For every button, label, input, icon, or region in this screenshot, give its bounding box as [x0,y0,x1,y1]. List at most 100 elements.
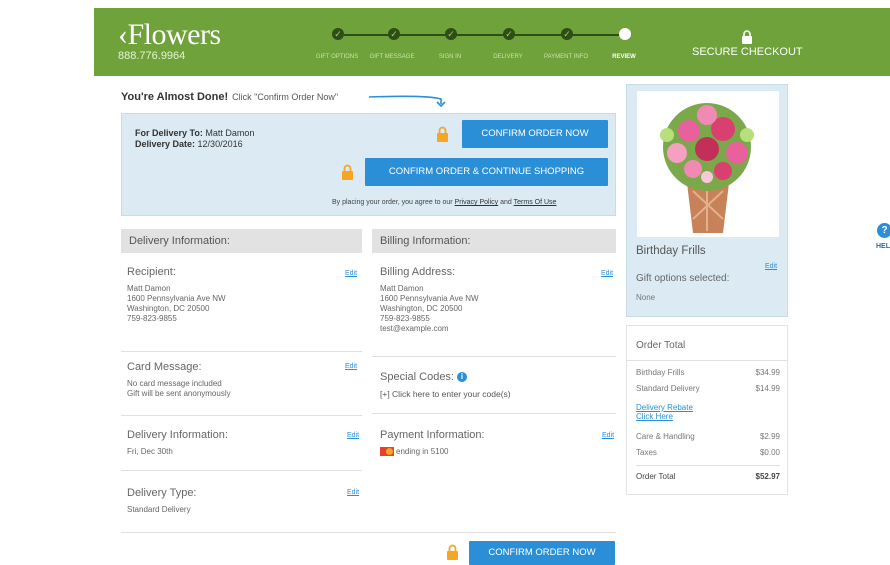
privacy-policy-link[interactable]: Privacy Policy [455,199,499,206]
almost-done-heading: You're Almost Done! Click "Confirm Order … [121,91,338,103]
order-total-title: Order Total [636,340,686,351]
order-delivery-label: Standard Delivery [636,384,700,393]
order-grand-total-label: Order Total [636,472,676,481]
step-label-payment-info[interactable]: PAYMENT INFO [544,54,588,60]
edit-delivery-info-link[interactable]: Edit [347,432,359,439]
recipient-city: Washington, DC 20500 [127,304,210,313]
step-label-gift-message[interactable]: GIFT MESSAGE [370,54,415,60]
card-message-body: No card message included Gift will be se… [127,379,357,399]
card-message-section: Card Message: No card message included G… [127,361,357,399]
recipient-name: Matt Damon [127,284,171,293]
step-label-sign-in[interactable]: SIGN IN [439,54,461,60]
order-total-panel: Order Total Birthday Frills $34.99 Stand… [626,325,788,495]
agreement-text: By placing your order, you agree to our … [332,199,556,206]
card-message-title: Card Message: [127,361,202,373]
site-header: ‹Flowers 888.776.9964 ✓ ✓ ✓ ✓ ✓ GIFT OPT… [94,8,890,76]
billing-email: test@example.com [380,324,449,333]
lock-icon [742,30,753,44]
step-label-delivery[interactable]: DELIVERY [493,54,523,60]
billing-info-heading: Billing Information: [372,229,616,253]
step-label-review: REVIEW [612,54,636,60]
enter-code-link[interactable]: [+] Click here to enter your code(s) [380,389,610,399]
delivery-info-value: Fri, Dec 30th [127,447,173,456]
step-current-icon [619,28,631,40]
delivery-info-title: Delivery Information: [127,429,228,441]
bottom-confirm-order-now-button[interactable]: CONFIRM ORDER NOW [469,541,615,565]
step-done-icon: ✓ [561,28,573,40]
info-icon[interactable]: i [457,372,467,383]
order-delivery-value: $14.99 [755,384,780,393]
step-done-icon: ✓ [332,28,344,40]
divider [372,413,616,414]
terms-of-use-link[interactable]: Terms Of Use [514,199,557,206]
recipient-section: Recipient: Matt Damon 1600 Pennsylvania … [127,266,357,324]
edit-delivery-type-link[interactable]: Edit [347,489,359,496]
billing-address-section: Billing Address: Matt Damon 1600 Pennsyl… [380,266,610,334]
card-message-line: Gift will be sent anonymously [127,389,231,398]
divider [121,415,362,416]
almost-done-title: You're Almost Done! [121,91,229,103]
delivery-date-section: Delivery Information: Fri, Dec 30th [127,429,357,457]
divider [372,356,616,357]
payment-info-title: Payment Information: [380,429,485,441]
recipient-street: 1600 Pennsylvania Ave NW [127,294,226,303]
payment-info-section: Payment Information: ending in 5100 [380,429,610,457]
special-codes-section: Special Codes: i [+] Click here to enter … [380,371,610,399]
special-codes-title: Special Codes: i [380,371,610,383]
gift-options-value: None [636,293,656,302]
step-done-icon: ✓ [503,28,515,40]
divider [121,470,362,471]
delivery-rebate-link[interactable]: Delivery Rebate Click Here [636,403,693,421]
delivery-rebate-click-here[interactable]: Click Here [636,412,693,421]
delivery-summary: For Delivery To: Matt Damon Delivery Dat… [135,128,254,150]
order-taxes-label: Taxes [636,448,657,457]
confirm-order-now-button[interactable]: CONFIRM ORDER NOW [462,120,608,148]
delivery-rebate-line[interactable]: Delivery Rebate [636,403,693,412]
site-logo[interactable]: ‹Flowers [118,18,221,52]
order-item-row: Birthday Frills $34.99 [636,368,780,377]
phone-number: 888.776.9964 [118,50,186,62]
order-care-row: Care & Handling $2.99 [636,432,780,441]
secure-checkout-label: SECURE CHECKOUT [692,46,803,58]
delivery-to-label: For Delivery To: [135,128,203,138]
order-taxes-value: $0.00 [759,448,780,457]
lock-icon [447,544,458,560]
arrow-icon [368,95,446,107]
confirm-and-continue-button[interactable]: CONFIRM ORDER & CONTINUE SHOPPING [365,158,608,186]
order-taxes-row: Taxes $0.00 [636,448,780,457]
payment-card: ending in 5100 [380,447,610,457]
billing-phone: 759-823-9855 [380,314,430,323]
help-icon[interactable]: ? [877,223,890,238]
delivery-date-value: 12/30/2016 [197,139,243,149]
billing-address-title: Billing Address: [380,266,456,278]
recipient-title: Recipient: [127,266,176,278]
divider [627,360,787,361]
edit-payment-link[interactable]: Edit [602,432,614,439]
card-message-line: No card message included [127,379,222,388]
step-done-icon: ✓ [445,28,457,40]
billing-name: Matt Damon [380,284,424,293]
order-item-value: $34.99 [755,368,780,377]
help-label[interactable]: HEL [876,243,890,250]
step-done-icon: ✓ [388,28,400,40]
divider [636,465,780,466]
recipient-address: Matt Damon 1600 Pennsylvania Ave NW Wash… [127,284,357,324]
confirm-order-panel: For Delivery To: Matt Damon Delivery Dat… [121,113,616,216]
edit-billing-address-link[interactable]: Edit [601,270,613,277]
divider [121,351,362,352]
edit-gift-options-link[interactable]: Edit [765,263,777,270]
secure-checkout: SECURE CHECKOUT [692,30,803,58]
delivery-type-title: Delivery Type: [127,487,197,499]
lock-icon [342,164,353,180]
help-tab[interactable]: ? HEL [868,205,890,265]
delivery-type-section: Delivery Type: Standard Delivery [127,487,357,515]
payment-card-ending: ending in 5100 [396,447,449,456]
billing-address: Matt Damon 1600 Pennsylvania Ave NW Wash… [380,284,610,334]
order-grand-total-value: $52.97 [755,472,780,481]
step-label-gift-options[interactable]: GIFT OPTIONS [316,54,358,60]
order-care-value: $2.99 [759,432,780,441]
order-grand-total-row: Order Total $52.97 [636,472,780,481]
gift-options-label: Gift options selected: [636,273,730,284]
edit-card-message-link[interactable]: Edit [345,363,357,370]
edit-recipient-link[interactable]: Edit [345,270,357,277]
